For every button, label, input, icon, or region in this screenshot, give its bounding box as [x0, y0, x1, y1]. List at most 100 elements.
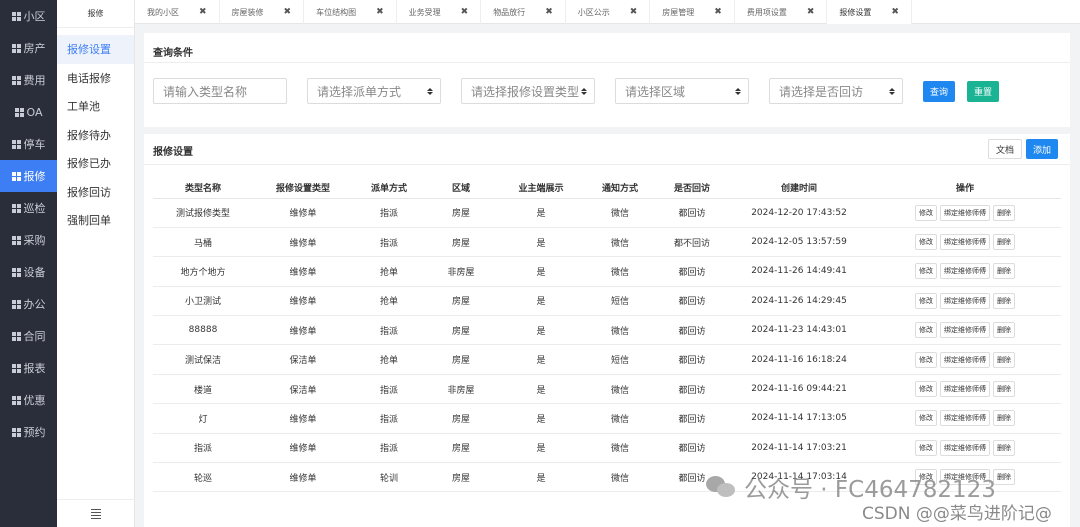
doc-button[interactable]: 文档	[987, 139, 1022, 159]
grid-icon	[14, 107, 24, 117]
nav-item[interactable]: 设备	[0, 256, 57, 288]
nav-item[interactable]: 采购	[0, 224, 57, 256]
area-select[interactable]: 请选择区域	[615, 78, 749, 104]
tab[interactable]: 我的小区 ✖	[135, 0, 220, 24]
edit-button[interactable]: 修改	[915, 292, 937, 309]
delete-button[interactable]: 删除	[993, 263, 1015, 280]
subnav-item[interactable]: 报修回访	[57, 178, 134, 207]
table-cell: 是	[497, 315, 585, 346]
close-icon[interactable]: ✖	[376, 7, 384, 17]
actions-cell: 修改 绑定维修师傅 删除	[869, 227, 1061, 258]
close-icon[interactable]: ✖	[630, 7, 638, 17]
dispatch-method-value: 请选择派单方式	[317, 84, 402, 99]
subnav-item[interactable]: 报修设置	[57, 35, 134, 64]
tab[interactable]: 费用项设置 ✖	[735, 0, 828, 24]
bind-technician-button[interactable]: 绑定维修师傅	[940, 204, 990, 221]
table-cell: 地方个地方	[153, 256, 253, 287]
delete-button[interactable]: 删除	[993, 410, 1015, 427]
close-icon[interactable]: ✖	[714, 7, 722, 17]
bind-technician-button[interactable]: 绑定维修师傅	[940, 263, 990, 280]
nav-item[interactable]: 费用	[0, 64, 57, 96]
revisit-select[interactable]: 请选择是否回访	[769, 78, 903, 104]
table-cell: 是	[497, 374, 585, 405]
delete-button[interactable]: 删除	[993, 322, 1015, 339]
nav-item[interactable]: 预约	[0, 416, 57, 448]
nav-item[interactable]: 小区	[0, 0, 57, 32]
tab[interactable]: 车位结构图 ✖	[304, 0, 397, 24]
table-cell: 测试保洁	[153, 344, 253, 375]
subnav-item[interactable]: 强制回单	[57, 206, 134, 235]
repair-type-select[interactable]: 请选择报修设置类型	[461, 78, 595, 104]
close-icon[interactable]: ✖	[807, 7, 815, 17]
close-icon[interactable]: ✖	[284, 7, 292, 17]
subnav-item[interactable]: 报修待办	[57, 121, 134, 150]
nav-item[interactable]: 报表	[0, 352, 57, 384]
bind-technician-button[interactable]: 绑定维修师傅	[940, 292, 990, 309]
bind-technician-button[interactable]: 绑定维修师傅	[940, 322, 990, 339]
edit-button[interactable]: 修改	[915, 351, 937, 368]
edit-button[interactable]: 修改	[915, 204, 937, 221]
wechat-logo-icon	[706, 476, 736, 498]
edit-button[interactable]: 修改	[915, 322, 937, 339]
table-cell: 维修单	[253, 198, 353, 228]
edit-button[interactable]: 修改	[915, 410, 937, 427]
query-panel: 查询条件 请输入类型名称 请选择派单方式 请选择报修设置类型 请选择区域 请选择…	[144, 33, 1070, 127]
nav-item[interactable]: 报修	[0, 160, 57, 192]
edit-button[interactable]: 修改	[915, 439, 937, 456]
list-title: 报修设置	[153, 147, 193, 158]
search-button[interactable]: 查询	[923, 80, 956, 102]
subnav-item[interactable]: 工单池	[57, 92, 134, 121]
nav-item[interactable]: 优惠	[0, 384, 57, 416]
nav-item[interactable]: 房产	[0, 32, 57, 64]
table-cell: 房屋	[425, 462, 497, 493]
delete-button[interactable]: 删除	[993, 469, 1015, 486]
close-icon[interactable]: ✖	[891, 7, 899, 17]
table-cell: 指派	[153, 433, 253, 464]
table-cell: 是	[497, 403, 585, 434]
close-icon[interactable]: ✖	[461, 7, 469, 17]
bind-technician-button[interactable]: 绑定维修师傅	[940, 381, 990, 398]
nav-item[interactable]: 合同	[0, 320, 57, 352]
tab[interactable]: 报修设置 ✖	[827, 0, 912, 24]
dispatch-method-select[interactable]: 请选择派单方式	[307, 78, 441, 104]
delete-button[interactable]: 删除	[993, 381, 1015, 398]
nav-item[interactable]: 办公	[0, 288, 57, 320]
bind-technician-button[interactable]: 绑定维修师傅	[940, 234, 990, 251]
tab-label: 业务受理	[408, 7, 441, 17]
collapse-menu-button[interactable]	[57, 499, 135, 527]
tab[interactable]: 房屋管理 ✖	[650, 0, 735, 24]
edit-button[interactable]: 修改	[915, 234, 937, 251]
subnav-item[interactable]: 电话报修	[57, 64, 134, 93]
subnav-item[interactable]: 报修已办	[57, 149, 134, 178]
bind-technician-button[interactable]: 绑定维修师傅	[940, 439, 990, 456]
edit-button[interactable]: 修改	[915, 381, 937, 398]
nav-item[interactable]: OA	[0, 96, 57, 128]
close-icon[interactable]: ✖	[199, 7, 207, 17]
table-cell: 维修单	[253, 315, 353, 346]
nav-item[interactable]: 停车	[0, 128, 57, 160]
tab[interactable]: 小区公示 ✖	[566, 0, 651, 24]
delete-button[interactable]: 删除	[993, 204, 1015, 221]
edit-button[interactable]: 修改	[915, 263, 937, 280]
nav-item-label: 房产	[23, 42, 46, 55]
delete-button[interactable]: 删除	[993, 439, 1015, 456]
delete-button[interactable]: 删除	[993, 234, 1015, 251]
nav-item[interactable]: 巡检	[0, 192, 57, 224]
type-name-input[interactable]: 请输入类型名称	[153, 78, 287, 104]
reset-button[interactable]: 重置	[967, 80, 1000, 102]
tab-label: 费用项设置	[746, 7, 787, 17]
delete-button[interactable]: 删除	[993, 292, 1015, 309]
bind-technician-button[interactable]: 绑定维修师傅	[940, 410, 990, 427]
tab[interactable]: 业务受理 ✖	[397, 0, 482, 24]
nav-item-label: 设备	[23, 266, 46, 279]
close-icon[interactable]: ✖	[545, 7, 553, 17]
delete-button[interactable]: 删除	[993, 351, 1015, 368]
tab[interactable]: 房屋装修 ✖	[220, 0, 305, 24]
table-cell: 维修单	[253, 403, 353, 434]
tab-bar: 我的小区 ✖ 房屋装修 ✖ 车位结构图 ✖ 业务受理 ✖ 物品放行 ✖ 小区公示 ✖ 房屋管理 ✖ 费用项设…	[135, 0, 1080, 24]
bind-technician-button[interactable]: 绑定维修师傅	[940, 351, 990, 368]
tab[interactable]: 物品放行 ✖	[481, 0, 566, 24]
type-name-placeholder: 请输入类型名称	[163, 84, 248, 99]
add-button[interactable]: 添加	[1025, 139, 1058, 159]
table-cell: 轮训	[353, 462, 425, 493]
